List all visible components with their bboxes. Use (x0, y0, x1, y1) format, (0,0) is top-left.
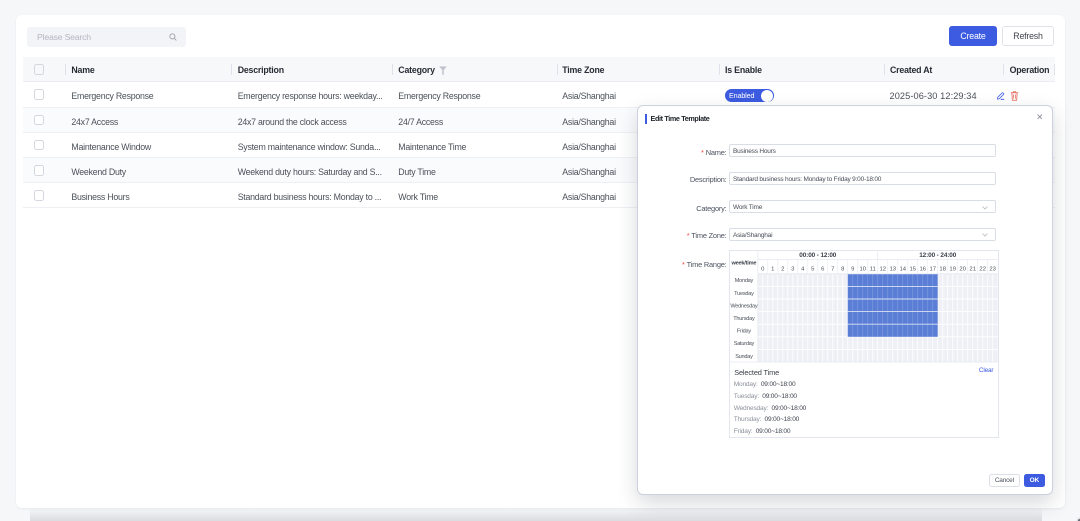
svg-text:18: 18 (940, 267, 947, 273)
svg-text:23: 23 (990, 267, 997, 273)
svg-text:16: 16 (920, 267, 927, 273)
svg-text:21: 21 (970, 267, 977, 273)
svg-text:11: 11 (870, 267, 876, 273)
svg-text:week/time: week/time (731, 261, 757, 267)
svg-text:9: 9 (851, 267, 854, 273)
svg-text:2: 2 (781, 267, 784, 273)
svg-text:10: 10 (860, 267, 867, 273)
svg-text:5: 5 (811, 267, 815, 273)
svg-text:1: 1 (771, 267, 774, 273)
svg-text:12: 12 (880, 267, 887, 273)
svg-text:Saturday: Saturday (734, 342, 755, 348)
svg-text:17: 17 (930, 267, 937, 273)
svg-text:8: 8 (841, 267, 845, 273)
svg-text:Tuesday: Tuesday (734, 291, 754, 297)
svg-text:Friday: Friday (737, 329, 751, 335)
svg-text:22: 22 (980, 267, 987, 273)
svg-text:13: 13 (890, 267, 897, 273)
svg-text:3: 3 (791, 267, 795, 273)
svg-text:12:00 - 24:00: 12:00 - 24:00 (919, 252, 957, 259)
svg-text:Wednesday: Wednesday (731, 304, 759, 310)
svg-text:6: 6 (821, 267, 825, 273)
svg-text:Sunday: Sunday (735, 354, 753, 360)
svg-text:15: 15 (910, 267, 917, 273)
svg-text:00:00 - 12:00: 00:00 - 12:00 (799, 252, 837, 259)
svg-text:Thursday: Thursday (733, 316, 755, 322)
svg-text:4: 4 (801, 267, 805, 273)
svg-text:20: 20 (960, 267, 967, 273)
svg-text:19: 19 (950, 267, 957, 273)
svg-text:0: 0 (761, 267, 765, 273)
svg-text:Monday: Monday (735, 279, 754, 285)
svg-text:7: 7 (831, 267, 834, 273)
svg-text:14: 14 (900, 267, 907, 273)
